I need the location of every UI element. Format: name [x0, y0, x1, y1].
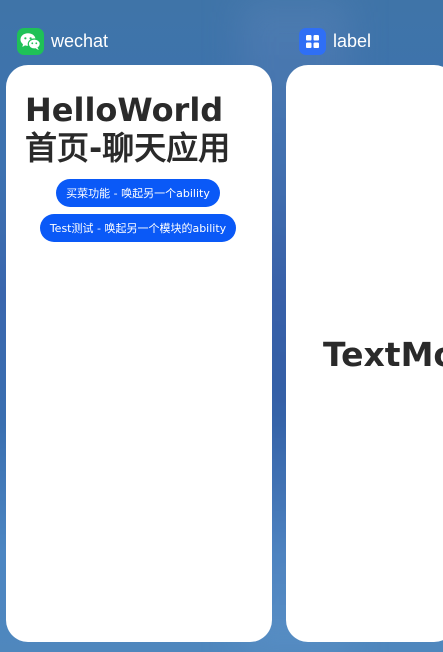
buy-vegetables-button[interactable]: 买菜功能 - 唤起另一个ability — [56, 179, 220, 207]
page-title: HelloWorld 首页-聊天应用 — [25, 91, 231, 167]
page-title: TextModel — [323, 335, 443, 374]
task-app-name: label — [333, 30, 372, 51]
test-module-button[interactable]: Test测试 - 唤起另一个模块的ability — [40, 214, 236, 242]
task-card-wechat[interactable]: HelloWorld 首页-聊天应用 买菜功能 - 唤起另一个ability T… — [6, 65, 272, 642]
wechat-icon — [17, 27, 44, 55]
task-card-label[interactable]: TextModel — [286, 65, 443, 642]
task-header-label[interactable]: label — [299, 27, 371, 55]
task-app-name: wechat — [51, 30, 109, 51]
task-header-wechat[interactable]: wechat — [17, 27, 108, 55]
grid-icon — [299, 27, 326, 55]
